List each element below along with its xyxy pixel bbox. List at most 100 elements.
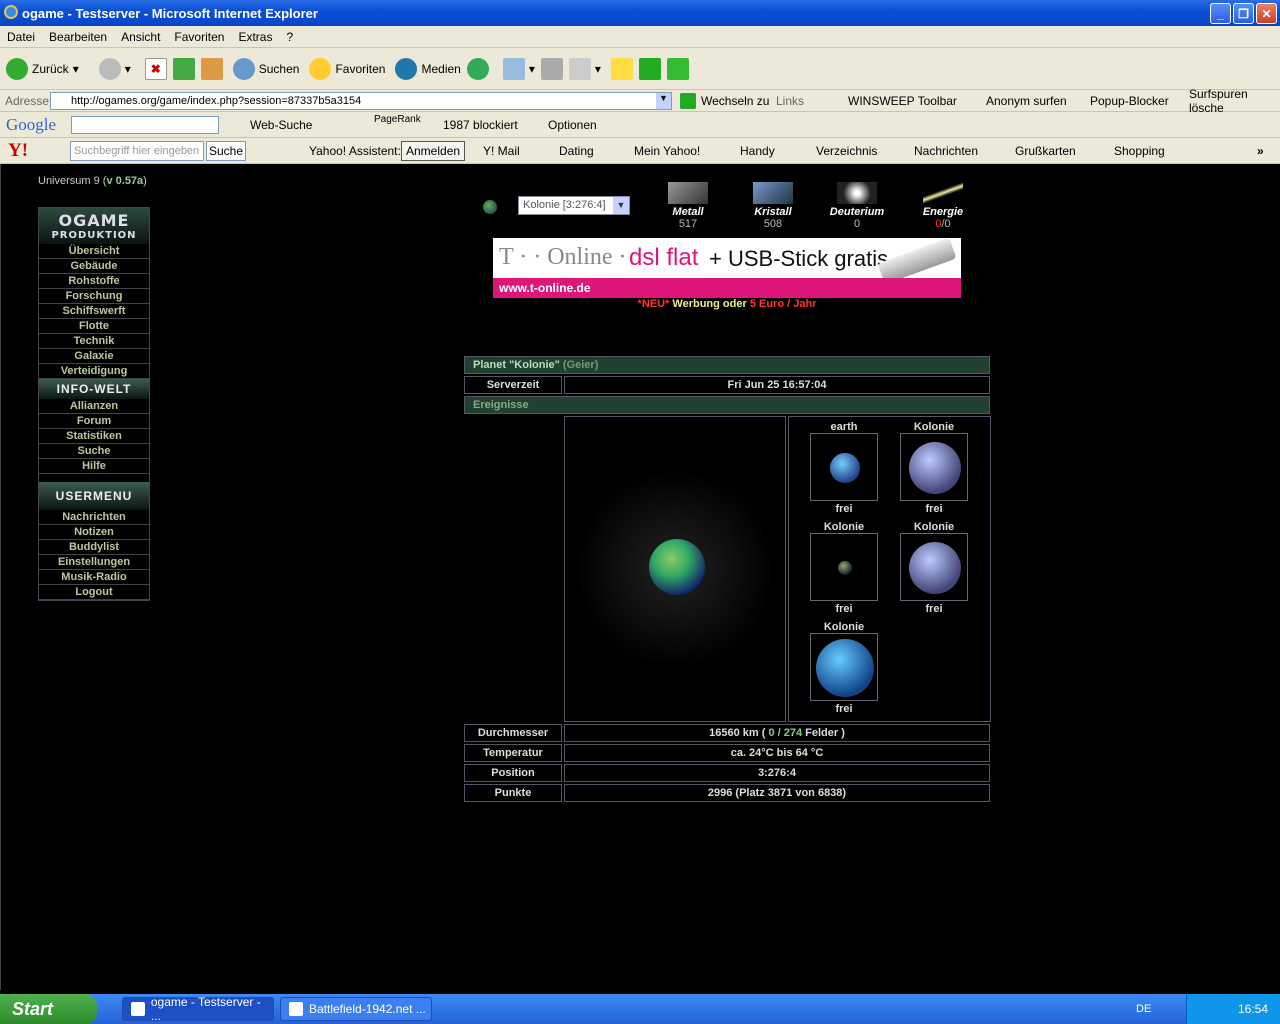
user-item-3[interactable]: Einstellungen (39, 555, 149, 570)
clock: 16:54 (1237, 1002, 1268, 1016)
user-item-1[interactable]: Notizen (39, 525, 149, 540)
planet-select-arrow-icon[interactable]: ▼ (613, 197, 629, 214)
yahoo-search-button[interactable]: Suche (206, 141, 246, 161)
menu-bearbeiten[interactable]: Bearbeiten (42, 30, 114, 44)
maximize-button[interactable]: ❐ (1233, 3, 1254, 24)
google-search-input[interactable] (71, 116, 219, 134)
menu-ansicht[interactable]: Ansicht (114, 30, 167, 44)
t-online-banner[interactable]: T · · Online · dsl flat + USB-Stick grat… (493, 237, 961, 298)
user-item-0[interactable]: Nachrichten (39, 510, 149, 525)
menu-item-5[interactable]: Flotte (39, 319, 149, 334)
menu-item-8[interactable]: Verteidigung (39, 364, 149, 379)
favorites-button[interactable]: Favoriten (309, 57, 385, 80)
yahoo-logo[interactable]: Y! (8, 140, 28, 162)
google-logo[interactable]: Google (6, 115, 56, 135)
yahoo-handy[interactable]: Handy (740, 144, 775, 158)
menu-item-2[interactable]: Rohstoffe (39, 274, 149, 289)
search-button[interactable]: Suchen (232, 57, 299, 80)
star-icon (309, 57, 332, 80)
menu-item-7[interactable]: Galaxie (39, 349, 149, 364)
menu-item-3[interactable]: Forschung (39, 289, 149, 304)
icq-button[interactable] (638, 57, 661, 80)
metal-icon (668, 182, 708, 204)
yahoo-login-button[interactable]: Anmelden (401, 141, 466, 161)
edit-button[interactable]: ▾ (568, 57, 601, 80)
planet-name: Kolonie (913, 421, 955, 433)
info-item-2[interactable]: Statistiken (39, 429, 149, 444)
menu-item-1[interactable]: Gebäude (39, 259, 149, 274)
google-options[interactable]: Optionen (548, 118, 597, 132)
menu-item-0[interactable]: Übersicht (39, 244, 149, 259)
planet-image[interactable] (900, 433, 968, 501)
home-button[interactable] (200, 57, 223, 80)
planet-thumbnail[interactable] (483, 200, 497, 214)
forward-button[interactable]: ▾ (98, 57, 131, 80)
go-button[interactable]: Wechseln zu (701, 94, 769, 108)
menu-favoriten[interactable]: Favoriten (167, 30, 231, 44)
address-input[interactable]: http://ogames.org/game/index.php?session… (50, 92, 672, 110)
task-ogame[interactable]: ogame - Testserver - ... (122, 995, 274, 1023)
mail-button[interactable]: ▾ (502, 57, 535, 80)
taskbar: Start ogame - Testserver - ... Battlefie… (0, 994, 1280, 1024)
menu-extras[interactable]: Extras (231, 30, 279, 44)
language-indicator[interactable]: DE (1136, 1003, 1151, 1015)
surf-traces[interactable]: Surfspuren lösche (1189, 87, 1280, 115)
user-item-4[interactable]: Musik-Radio (39, 570, 149, 585)
yahoo-dating[interactable]: Dating (559, 144, 594, 158)
links-label[interactable]: Links (776, 94, 804, 108)
media-button[interactable]: Medien (395, 57, 461, 80)
refresh-button[interactable] (172, 57, 195, 80)
address-dropdown-icon[interactable]: ▼ (656, 93, 671, 109)
user-item-5[interactable]: Logout (39, 585, 149, 600)
go-arrow-icon[interactable] (680, 93, 696, 109)
yahoo-search-input[interactable]: Suchbegriff hier eingeben (70, 141, 204, 161)
stop-button[interactable]: ✖ (144, 57, 167, 80)
popup-blocked-count[interactable]: 1987 blockiert (443, 118, 518, 132)
toolbar-overflow-icon[interactable]: » (1257, 144, 1264, 158)
info-item-1[interactable]: Forum (39, 414, 149, 429)
search-icon (232, 57, 255, 80)
planet-image[interactable] (900, 533, 968, 601)
planet-name: earth (830, 421, 858, 433)
menu-item-6[interactable]: Technik (39, 334, 149, 349)
my-yahoo[interactable]: Mein Yahoo! (634, 144, 700, 158)
yahoo-mail[interactable]: Y! Mail (483, 144, 520, 158)
menu-help[interactable]: ? (279, 30, 300, 44)
planet-icon (909, 542, 961, 594)
task-battlefield[interactable]: Battlefield-1942.net ... (280, 997, 432, 1021)
planet-image[interactable] (810, 533, 878, 601)
info-item-4[interactable]: Hilfe (39, 459, 149, 474)
ie-icon (131, 1002, 145, 1016)
close-button[interactable]: ✕ (1256, 3, 1277, 24)
yahoo-cards[interactable]: Grußkarten (1015, 144, 1076, 158)
popup-blocker[interactable]: Popup-Blocker (1090, 94, 1169, 108)
yahoo-news[interactable]: Nachrichten (914, 144, 978, 158)
start-button[interactable]: Start (0, 994, 97, 1024)
anonymous-surf[interactable]: Anonym surfen (986, 94, 1067, 108)
winsweep-toolbar[interactable]: WINSWEEP Toolbar (848, 94, 957, 108)
menu-datei[interactable]: Datei (0, 30, 42, 44)
main-planet-image (564, 416, 786, 722)
user-item-2[interactable]: Buddylist (39, 540, 149, 555)
temperature-row: Temperatur ca. 24°C bis 64 °C (464, 744, 990, 762)
resource-energy: Energie 0/0 (913, 182, 973, 230)
yahoo-shopping[interactable]: Shopping (1114, 144, 1165, 158)
back-button[interactable]: Zurück ▾ (6, 57, 79, 80)
info-item-3[interactable]: Suche (39, 444, 149, 459)
yahoo-directory[interactable]: Verzeichnis (816, 144, 877, 158)
events-header: Ereignisse (464, 396, 990, 414)
planet-image[interactable] (810, 433, 878, 501)
print-button[interactable] (540, 57, 563, 80)
menu-item-4[interactable]: Schiffswerft (39, 304, 149, 319)
planet-image[interactable] (810, 633, 878, 701)
planet-header: Planet "Kolonie" (Geier) (464, 356, 990, 374)
refresh-icon (172, 57, 195, 80)
icq-flower-button[interactable] (666, 57, 689, 80)
info-item-0[interactable]: Allianzen (39, 399, 149, 414)
web-search-button[interactable]: Web-Suche (250, 118, 312, 132)
history-button[interactable] (466, 57, 489, 80)
planet-entry: Kolonie frei (894, 521, 974, 615)
menu-bar: Datei Bearbeiten Ansicht Favoriten Extra… (0, 26, 1280, 48)
minimize-button[interactable]: _ (1210, 3, 1231, 24)
notes-button[interactable] (610, 57, 633, 80)
